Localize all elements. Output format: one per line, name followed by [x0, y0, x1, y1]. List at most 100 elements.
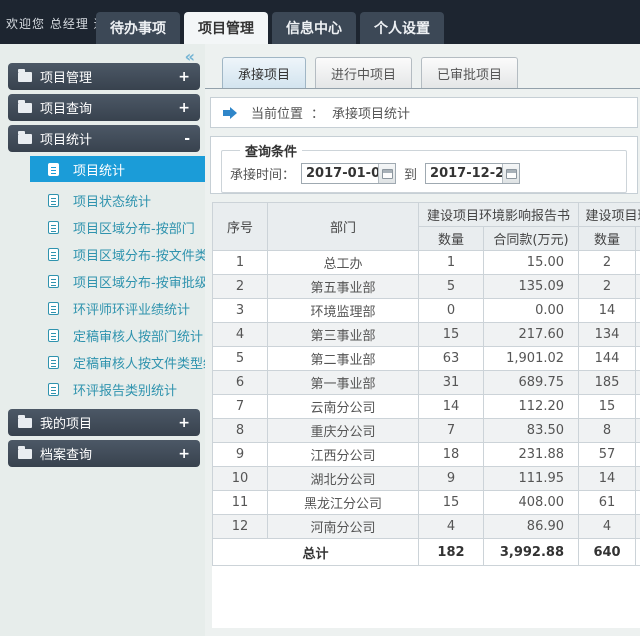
document-icon [48, 221, 59, 234]
date-from-input[interactable] [302, 165, 378, 182]
table-body: 1 总工办 1 15.00 2 2 第五事业部 5 135.09 2 [213, 251, 640, 539]
sidebar-section-project-stats[interactable]: 项目统计 - [8, 125, 200, 152]
cell-seq: 7 [213, 395, 268, 419]
subitem-label: 定稿审核人按部门统计 [73, 326, 203, 345]
subitem-label: 项目区域分布-按文件类型 [73, 245, 221, 264]
date-from-box [301, 163, 396, 184]
section-label: 项目统计 [40, 129, 92, 148]
subitem-label: 项目状态统计 [73, 191, 151, 210]
cell-amount2 [636, 515, 640, 539]
sidebar-subitem[interactable]: 环评报告类别统计 [0, 376, 205, 403]
document-icon [48, 163, 59, 176]
cell-dept: 湖北分公司 [268, 467, 419, 491]
subitem-label: 项目区域分布-按部门 [73, 218, 195, 237]
expand-icon: + [178, 415, 190, 431]
arrow-right-icon [223, 107, 237, 119]
folder-icon [18, 418, 32, 428]
cell-amount1: 83.50 [484, 419, 579, 443]
sidebar-section-my-projects[interactable]: 我的项目 + [8, 409, 200, 436]
table-row: 7 云南分公司 14 112.20 15 [213, 395, 640, 419]
sidebar-subitem[interactable]: 环评师环评业绩统计 [0, 295, 205, 322]
date-to-input[interactable] [426, 165, 502, 182]
sidebar-section-archive-query[interactable]: 档案查询 + [8, 440, 200, 467]
cell-amount1: 231.88 [484, 443, 579, 467]
date-range-label: 承接时间： [230, 164, 295, 183]
cell-amount1: 15.00 [484, 251, 579, 275]
section-label: 项目管理 [40, 67, 92, 86]
breadcrumb: 当前位置 ： 承接项目统计 [210, 97, 638, 128]
cell-qty1: 15 [419, 323, 484, 347]
tab-in-progress-projects[interactable]: 进行中项目 [315, 57, 412, 88]
section-label: 档案查询 [40, 444, 92, 463]
cell-seq: 8 [213, 419, 268, 443]
sidebar-section-project-mgmt[interactable]: 项目管理 + [8, 63, 200, 90]
cell-qty1: 15 [419, 491, 484, 515]
collapse-section-icon: - [184, 131, 190, 147]
tab-undertaken-projects[interactable]: 承接项目 [222, 57, 306, 88]
project-stats-submenu: 项目统计 项目状态统计 项目区域分布-按部门 项目区域分布 [0, 156, 205, 403]
breadcrumb-page: 承接项目统计 [332, 103, 410, 122]
cell-dept: 总工办 [268, 251, 419, 275]
document-icon [48, 275, 59, 288]
cell-qty2: 2 [579, 251, 636, 275]
cell-dept: 黑龙江分公司 [268, 491, 419, 515]
top-tab-project-mgmt[interactable]: 项目管理 [184, 12, 268, 44]
cell-amount1: 1,901.02 [484, 347, 579, 371]
sidebar-subitem[interactable]: 项目区域分布-按部门 [0, 214, 205, 241]
calendar-button[interactable] [378, 164, 395, 183]
cell-dept: 环境监理部 [268, 299, 419, 323]
cell-dept: 第二事业部 [268, 347, 419, 371]
cell-seq: 9 [213, 443, 268, 467]
cell-qty2: 14 [579, 299, 636, 323]
cell-qty1: 1 [419, 251, 484, 275]
cell-seq: 11 [213, 491, 268, 515]
cell-amount1: 408.00 [484, 491, 579, 515]
document-icon [48, 302, 59, 315]
cell-amount2 [636, 395, 640, 419]
sidebar: « 项目管理 + 项目查询 + 项目统计 - 项目统计 [0, 44, 205, 636]
sidebar-subitem[interactable]: 项目区域分布-按文件类型 [0, 241, 205, 268]
top-tab-personal-settings[interactable]: 个人设置 [360, 12, 444, 44]
table-row: 5 第二事业部 63 1,901.02 144 [213, 347, 640, 371]
table-row: 4 第三事业部 15 217.60 134 [213, 323, 640, 347]
date-to-box [425, 163, 520, 184]
top-tab-todo[interactable]: 待办事项 [96, 12, 180, 44]
document-icon [48, 383, 59, 396]
total-amount1: 3,992.88 [484, 539, 579, 566]
sidebar-subitem[interactable]: 项目状态统计 [0, 187, 205, 214]
collapse-sidebar-icon[interactable]: « [185, 47, 195, 66]
table-row: 10 湖北分公司 9 111.95 14 [213, 467, 640, 491]
subitem-label: 环评师环评业绩统计 [73, 299, 190, 318]
col-header-amount2: 合同款(万元) [636, 227, 640, 251]
breadcrumb-separator: ： [311, 103, 324, 122]
top-tab-info-center[interactable]: 信息中心 [272, 12, 356, 44]
cell-seq: 1 [213, 251, 268, 275]
cell-amount2 [636, 419, 640, 443]
sidebar-subitem[interactable]: 定稿审核人按部门统计 [0, 322, 205, 349]
cell-seq: 12 [213, 515, 268, 539]
sidebar-subitem[interactable]: 定稿审核人按文件类型统计 [0, 349, 205, 376]
total-amount2 [636, 539, 640, 566]
cell-qty2: 57 [579, 443, 636, 467]
cell-seq: 6 [213, 371, 268, 395]
cell-qty2: 4 [579, 515, 636, 539]
col-header-qty2: 数量 [579, 227, 636, 251]
cell-amount2 [636, 371, 640, 395]
tab-approved-projects[interactable]: 已审批项目 [421, 57, 518, 88]
cell-dept: 第一事业部 [268, 371, 419, 395]
folder-icon [18, 72, 32, 82]
cell-qty1: 0 [419, 299, 484, 323]
cell-dept: 第三事业部 [268, 323, 419, 347]
document-icon [48, 329, 59, 342]
cell-qty2: 134 [579, 323, 636, 347]
calendar-button[interactable] [502, 164, 519, 183]
subitem-label: 环评报告类别统计 [73, 380, 177, 399]
table-row: 1 总工办 1 15.00 2 [213, 251, 640, 275]
cell-qty1: 5 [419, 275, 484, 299]
sidebar-subitem[interactable]: 项目区域分布-按审批级别 [0, 268, 205, 295]
project-tabs: 承接项目 进行中项目 已审批项目 [205, 44, 640, 89]
cell-qty2: 14 [579, 467, 636, 491]
sidebar-section-project-query[interactable]: 项目查询 + [8, 94, 200, 121]
sidebar-subitem-project-stats-selected[interactable]: 项目统计 [30, 156, 205, 182]
topbar: 欢迎您 总经理 退出 待办事项 项目管理 信息中心 个人设置 [0, 0, 640, 44]
